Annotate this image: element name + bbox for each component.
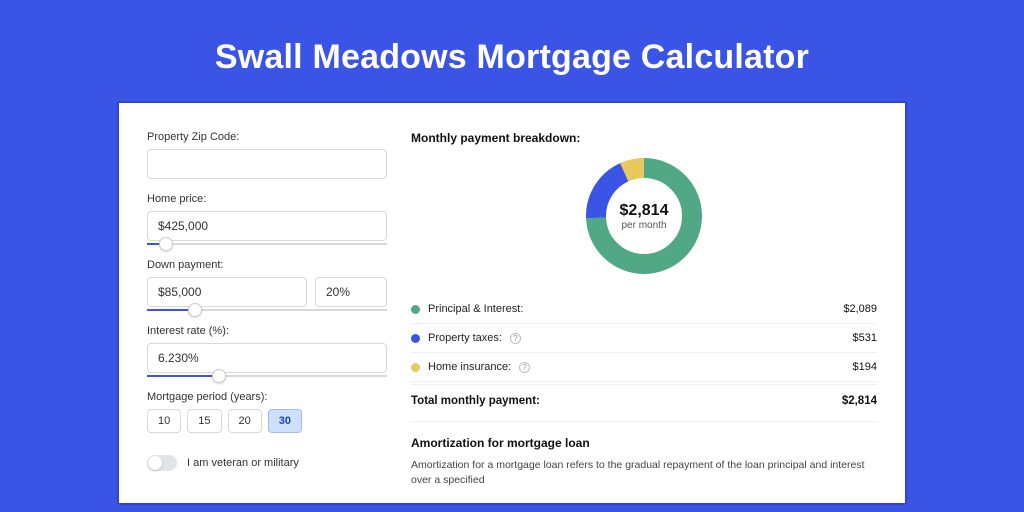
total-row: Total monthly payment: $2,814: [411, 384, 877, 421]
legend-row-taxes: Property taxes: ? $531: [411, 324, 877, 353]
down-payment-slider[interactable]: [147, 309, 387, 311]
donut-chart-wrap: $2,814 per month: [411, 155, 877, 277]
page-title: Swall Meadows Mortgage Calculator: [0, 38, 1024, 77]
donut-subtext: per month: [621, 220, 666, 231]
interest-rate-slider-thumb[interactable]: [212, 369, 226, 383]
amortization-title: Amortization for mortgage loan: [411, 436, 877, 450]
mortgage-period-options: 10 15 20 30: [147, 409, 387, 433]
zip-label: Property Zip Code:: [147, 131, 387, 143]
total-label: Total monthly payment:: [411, 395, 540, 407]
donut-center: $2,814 per month: [583, 155, 705, 277]
calculator-card-frame: Property Zip Code: Home price: Down paym…: [117, 101, 907, 505]
info-icon[interactable]: ?: [510, 333, 521, 344]
legend-label-principal: Principal & Interest:: [428, 303, 523, 315]
legend-row-insurance: Home insurance: ? $194: [411, 353, 877, 382]
form-panel: Property Zip Code: Home price: Down paym…: [147, 131, 387, 503]
calculator-card: Property Zip Code: Home price: Down paym…: [119, 103, 905, 503]
veteran-toggle-knob: [148, 456, 162, 470]
mortgage-period-label: Mortgage period (years):: [147, 391, 387, 403]
mortgage-period-30[interactable]: 30: [268, 409, 302, 433]
home-price-slider-thumb[interactable]: [159, 237, 173, 251]
interest-rate-input[interactable]: [147, 343, 387, 373]
down-payment-percent-input[interactable]: [315, 277, 387, 307]
dot-icon-blue: [411, 334, 420, 343]
down-payment-amount-input[interactable]: [147, 277, 307, 307]
interest-rate-slider[interactable]: [147, 375, 387, 377]
total-value: $2,814: [842, 395, 877, 407]
legend-value-taxes: $531: [853, 332, 877, 344]
mortgage-period-15[interactable]: 15: [187, 409, 221, 433]
down-payment-slider-thumb[interactable]: [188, 303, 202, 317]
dot-icon-green: [411, 305, 420, 314]
donut-chart: $2,814 per month: [583, 155, 705, 277]
amortization-text: Amortization for a mortgage loan refers …: [411, 458, 877, 488]
interest-rate-field-group: Interest rate (%):: [147, 325, 387, 377]
info-icon[interactable]: ?: [519, 362, 530, 373]
home-price-field-group: Home price:: [147, 193, 387, 245]
legend-label-insurance: Home insurance:: [428, 361, 511, 373]
mortgage-period-10[interactable]: 10: [147, 409, 181, 433]
home-price-slider[interactable]: [147, 243, 387, 245]
dot-icon-yellow: [411, 363, 420, 372]
veteran-toggle-row: I am veteran or military: [147, 455, 387, 471]
home-price-input[interactable]: [147, 211, 387, 241]
legend-value-insurance: $194: [853, 361, 877, 373]
interest-rate-slider-fill: [147, 375, 219, 377]
veteran-toggle-label: I am veteran or military: [187, 457, 299, 469]
interest-rate-label: Interest rate (%):: [147, 325, 387, 337]
breakdown-title: Monthly payment breakdown:: [411, 131, 877, 145]
hero: Swall Meadows Mortgage Calculator: [0, 0, 1024, 101]
down-payment-label: Down payment:: [147, 259, 387, 271]
home-price-label: Home price:: [147, 193, 387, 205]
mortgage-period-field-group: Mortgage period (years): 10 15 20 30: [147, 391, 387, 433]
legend-row-principal: Principal & Interest: $2,089: [411, 295, 877, 324]
veteran-toggle[interactable]: [147, 455, 177, 471]
legend-label-taxes: Property taxes:: [428, 332, 502, 344]
donut-amount: $2,814: [620, 202, 669, 220]
amortization-section: Amortization for mortgage loan Amortizat…: [411, 421, 877, 488]
mortgage-period-20[interactable]: 20: [228, 409, 262, 433]
down-payment-field-group: Down payment:: [147, 259, 387, 311]
zip-input[interactable]: [147, 149, 387, 179]
zip-field-group: Property Zip Code:: [147, 131, 387, 179]
legend-value-principal: $2,089: [843, 303, 877, 315]
breakdown-panel: Monthly payment breakdown: $2,814 per mo…: [411, 131, 877, 503]
